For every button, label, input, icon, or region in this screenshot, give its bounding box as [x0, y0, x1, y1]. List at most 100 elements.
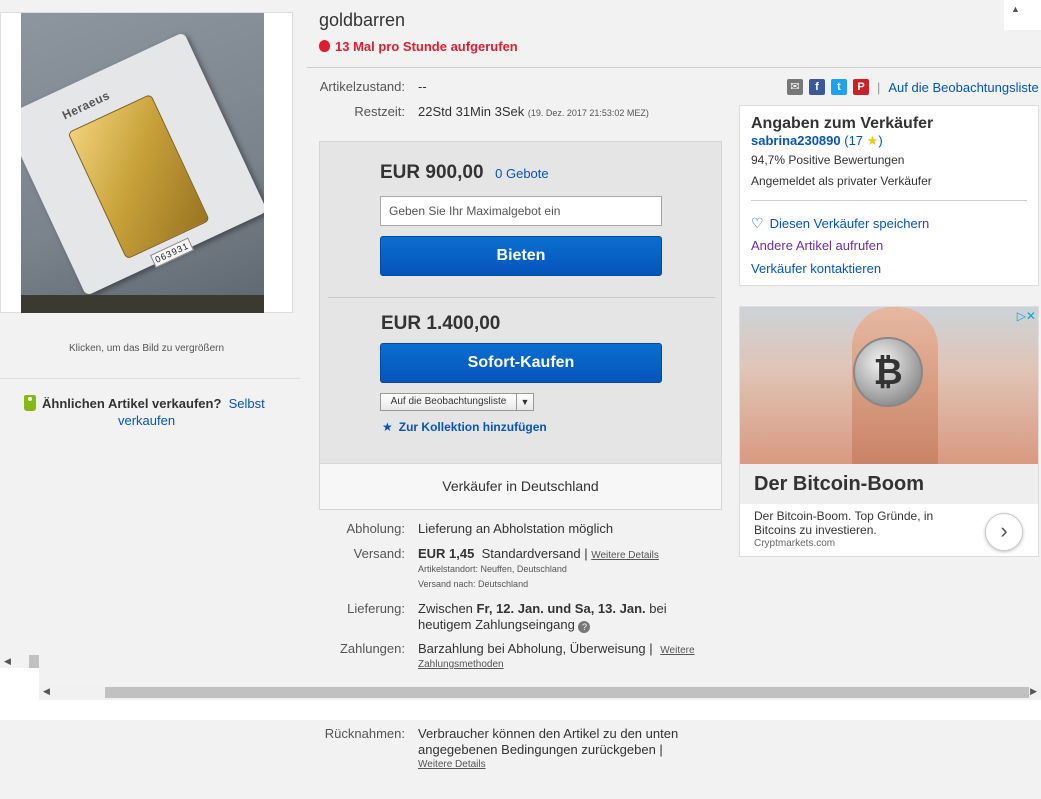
buy-now-price: EUR 1.400,00 [381, 313, 501, 334]
pickup-value: Lieferung an Abholstation möglich [418, 521, 614, 536]
feedback-close: ) [878, 133, 883, 148]
buy-box-divider [328, 297, 715, 298]
contact-seller-link[interactable]: Verkäufer kontaktieren [751, 261, 881, 276]
scroll-right-arrow[interactable]: ▶ [1030, 686, 1037, 697]
delivery-prefix: Zwischen [418, 601, 473, 616]
condition-label: Artikelzustand: [319, 79, 405, 94]
views-text: 13 Mal pro Stunde aufgerufen [335, 39, 518, 54]
watchlist-link[interactable]: Auf die Beobachtungsliste [888, 80, 1038, 95]
chevron-down-icon[interactable]: ▼ [517, 394, 533, 410]
delivery-line2: heutigem Zahlungseingang [418, 617, 575, 632]
ad-image[interactable]: ₿ ▷✕ [740, 307, 1038, 464]
sell-similar-label: Ähnlichen Artikel verkaufen? [42, 396, 222, 411]
shipping-more-link[interactable]: Weitere Details [591, 550, 659, 561]
adchoices-icon[interactable]: ▷✕ [1017, 309, 1036, 323]
delivery-dates: Fr, 12. Jan. und Sa, 13. Jan. [476, 601, 646, 616]
photo-bottom-strip [21, 295, 264, 313]
shipping-value: EUR 1,45 Standardversand | Weitere Detai… [418, 546, 659, 561]
payment-value: Barzahlung bei Abholung, Überweisung | W… [418, 641, 718, 656]
shipping-method: Standardversand | [481, 546, 588, 561]
time-left: 22Std 31Min 3Sek (19. Dez. 2017 21:53:02… [418, 104, 649, 119]
seller-name-row: sabrina230890 (17 ★) [751, 133, 883, 149]
buy-box: EUR 900,00 0 Gebote Bieten EUR 1.400,00 … [319, 141, 722, 510]
bid-button[interactable]: Bieten [380, 236, 662, 276]
bid-price-row: EUR 900,00 0 Gebote [380, 162, 549, 184]
left-divider [0, 378, 300, 379]
delivery-suffix: bei [649, 601, 667, 616]
max-bid-input[interactable] [380, 196, 662, 226]
pinterest-icon[interactable]: P [853, 79, 869, 95]
payment-methods: Barzahlung bei Abholung, Überweisung | [418, 641, 653, 656]
returns-line2: angegebenen Bedingungen zurückgeben | [418, 742, 663, 757]
frame-corner [0, 668, 39, 700]
condition-value: -- [418, 79, 427, 94]
heart-icon[interactable]: ♡ [751, 215, 764, 232]
sell-yourself-link[interactable]: Selbst [229, 396, 265, 411]
feedback-count: (17 [844, 133, 864, 148]
shipping-price: EUR 1,45 [418, 546, 475, 561]
end-time: (19. Dez. 2017 21:53:02 MEZ) [527, 108, 649, 118]
other-items-link[interactable]: Andere Artikel aufrufen [751, 238, 883, 253]
title-divider [307, 67, 1041, 68]
payment-more-link-2[interactable]: Zahlungsmethoden [418, 659, 504, 670]
seller-name-link[interactable]: sabrina230890 [751, 133, 841, 148]
product-image-frame[interactable]: Heraeus 063931 [0, 12, 293, 313]
watchlist-dropdown-label: Auf die Beobachtungsliste [381, 394, 517, 410]
watchlist-dropdown[interactable]: Auf die Beobachtungsliste ▼ [380, 393, 534, 411]
bids-count-link[interactable]: 0 Gebote [495, 166, 549, 181]
seller-divider [751, 200, 1027, 201]
mail-icon[interactable]: ✉ [787, 79, 803, 95]
fire-icon [319, 40, 330, 52]
facebook-icon[interactable]: f [809, 79, 825, 95]
ad-banner[interactable]: ₿ ▷✕ Der Bitcoin-Boom Der Bitcoin-Boom. … [739, 306, 1039, 557]
other-items-row: Andere Artikel aufrufen [751, 238, 883, 253]
seller-info-box: Angaben zum Verkäufer sabrina230890 (17 … [739, 105, 1039, 286]
vertical-scroll-strip [1004, 0, 1041, 30]
returns-more-link[interactable]: Weitere Details [418, 759, 486, 770]
scroll-left-arrow-small[interactable]: ◀ [4, 656, 11, 667]
chevron-right-icon[interactable]: › [985, 513, 1023, 551]
tag-icon [24, 395, 36, 411]
bitcoin-coin: ₿ [853, 337, 923, 407]
time-left-value: 22Std 31Min 3Sek [418, 104, 525, 119]
save-seller-link[interactable]: Diesen Verkäufer speichern [770, 216, 930, 231]
current-bid-price: EUR 900,00 [380, 162, 484, 183]
scroll-up-arrow[interactable]: ▲ [1011, 4, 1020, 14]
star-icon: ★ [382, 420, 393, 434]
ships-to: Versand nach: Deutschland [418, 579, 529, 589]
scroll-left-arrow[interactable]: ◀ [43, 686, 50, 697]
ad-domain: Cryptmarkets.com [754, 538, 836, 549]
share-separator: | [877, 79, 881, 95]
buy-now-button[interactable]: Sofort-Kaufen [380, 343, 662, 383]
seller-heading: Angaben zum Verkäufer [751, 115, 934, 132]
sell-similar: Ähnlichen Artikel verkaufen? Selbst verk… [24, 395, 294, 429]
contact-row: Verkäufer kontaktieren [751, 261, 881, 276]
scroll-thumb-small[interactable] [29, 655, 39, 668]
help-icon[interactable]: ? [578, 621, 591, 633]
product-photo[interactable]: Heraeus 063931 [21, 13, 264, 313]
views-counter: 13 Mal pro Stunde aufgerufen [319, 39, 518, 54]
enlarge-hint: Klicken, um das Bild zu vergrößern [68, 343, 225, 354]
ad-headline[interactable]: Der Bitcoin-Boom [740, 464, 1038, 504]
pickup-label: Abholung: [346, 521, 405, 536]
sell-yourself-link-2[interactable]: verkaufen [118, 413, 175, 428]
item-location: Artikelstandort: Neuffen, Deutschland [418, 564, 567, 574]
share-row: ✉ f t P | Auf die Beobachtungsliste [787, 79, 1039, 95]
twitter-icon[interactable]: t [831, 79, 847, 95]
seller-location: Verkäufer in Deutschland [320, 463, 721, 509]
returns-line1: Verbraucher können den Artikel zu den un… [418, 726, 679, 741]
add-to-collection-link[interactable]: ★ Zur Kollektion hinzufügen [382, 420, 547, 434]
item-title: goldbarren [319, 10, 406, 30]
delivery-label: Lieferung: [347, 601, 405, 616]
scroll-thumb[interactable] [105, 687, 1029, 698]
star-icon: ★ [866, 133, 879, 148]
ad-copy: Der Bitcoin-Boom. Top Gründe, in Bitcoin… [754, 509, 934, 537]
time-left-label: Restzeit: [354, 104, 405, 119]
save-seller-row[interactable]: ♡ Diesen Verkäufer speichern [751, 215, 929, 232]
payment-more-link[interactable]: Weitere [660, 645, 694, 656]
delivery-value: Zwischen Fr, 12. Jan. und Sa, 13. Jan. b… [418, 601, 698, 633]
seller-feedback-link[interactable]: (17 ★) [844, 133, 882, 148]
horizontal-scrollbar[interactable]: ◀ ▶ [39, 685, 1041, 700]
positive-feedback: 94,7% Positive Bewertungen [751, 153, 905, 167]
seller-account-type: Angemeldet als privater Verkäufer [751, 174, 932, 188]
